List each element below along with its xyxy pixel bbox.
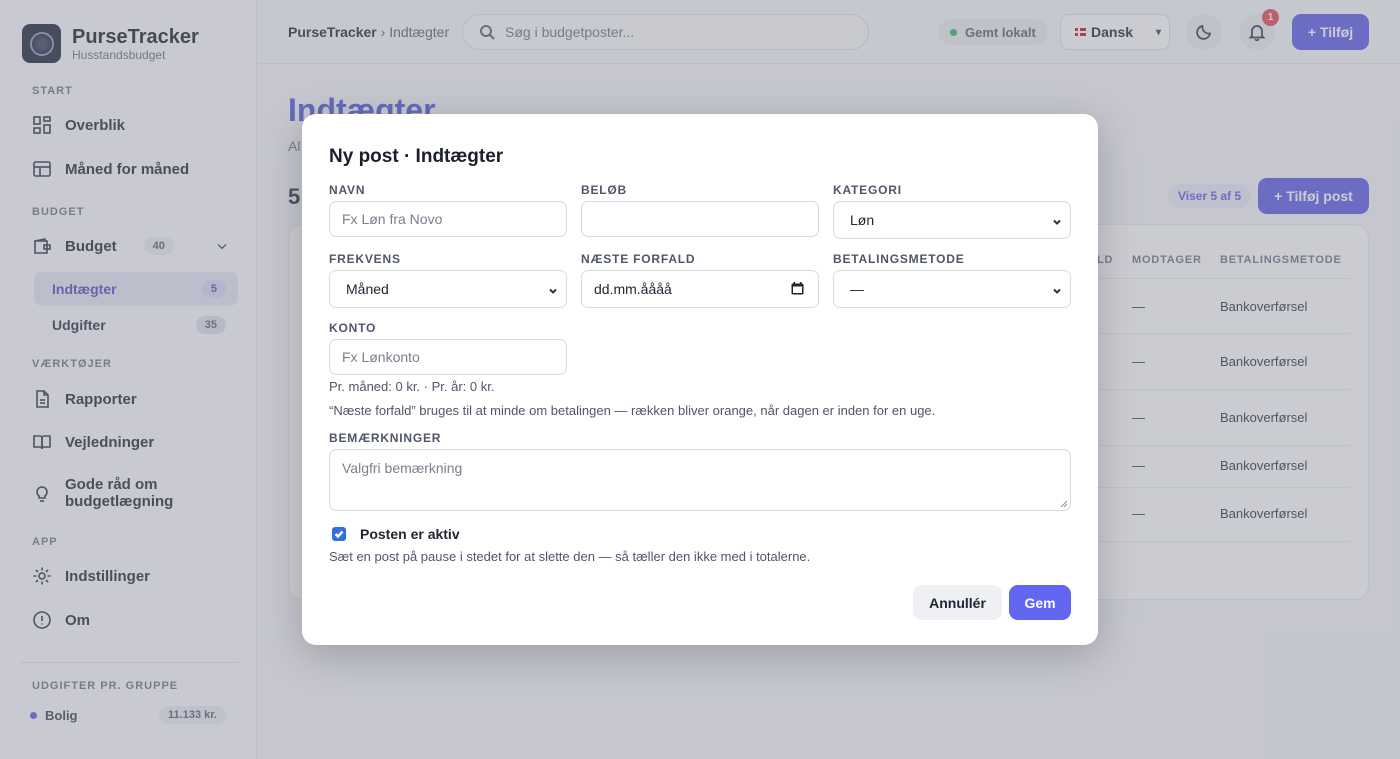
account-label: KONTO (329, 321, 377, 335)
frequency-select[interactable]: Måned (329, 270, 567, 308)
cancel-button[interactable]: Annullér (913, 585, 1002, 620)
frequency-label: FREKVENS (329, 252, 401, 266)
notes-placeholder: Valgfri bemærkning (342, 460, 463, 476)
resize-handle-icon[interactable] (1060, 500, 1068, 508)
name-field[interactable]: Fx Løn fra Novo (329, 201, 567, 237)
save-button[interactable]: Gem (1009, 585, 1071, 620)
date-placeholder: dd.mm.åååå (594, 281, 672, 297)
frequency-value: Måned (346, 281, 389, 297)
active-checkbox-row[interactable]: Posten er aktiv (332, 526, 460, 542)
payment-method-select[interactable]: — (833, 270, 1071, 308)
amount-field[interactable] (581, 201, 819, 237)
new-post-dialog: Ny post · Indtægter NAVN Fx Løn fra Novo… (302, 114, 1098, 645)
notes-textarea[interactable]: Valgfri bemærkning (329, 449, 1071, 511)
category-select[interactable]: Løn (833, 201, 1071, 239)
next-due-label: NÆSTE FORFALD (581, 252, 696, 266)
category-value: Løn (850, 212, 875, 228)
payment-method-value: — (850, 281, 864, 297)
dialog-title: Ny post · Indtægter (329, 146, 504, 167)
name-label: NAVN (329, 183, 366, 197)
chevron-down-icon (1052, 214, 1062, 225)
chevron-down-icon (1052, 283, 1062, 294)
amount-label: BELØB (581, 183, 627, 197)
active-hint-text: Sæt en post på pause i stedet for at sle… (329, 549, 811, 564)
totals-text: Pr. måned: 0 kr. · Pr. år: 0 kr. (329, 379, 495, 394)
payment-method-label: BETALINGSMETODE (833, 252, 965, 266)
account-field[interactable]: Fx Lønkonto (329, 339, 567, 375)
category-label: KATEGORI (833, 183, 902, 197)
active-label: Posten er aktiv (360, 526, 460, 542)
notes-label: BEMÆRKNINGER (329, 431, 442, 445)
chevron-down-icon (548, 283, 558, 294)
due-hint-text: “Næste forfald” bruges til at minde om b… (329, 403, 936, 418)
next-due-date-field[interactable]: dd.mm.åååå (581, 270, 819, 308)
calendar-icon[interactable] (791, 282, 804, 295)
checkmark-icon (334, 530, 344, 539)
active-checkbox[interactable] (332, 527, 346, 541)
